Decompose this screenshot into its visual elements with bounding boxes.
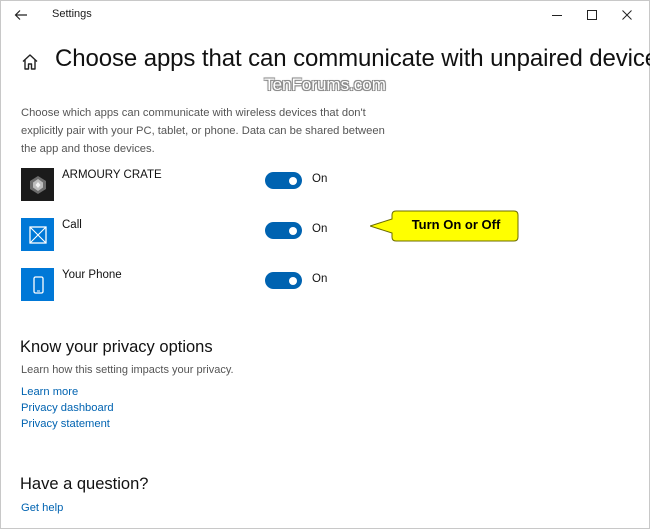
privacy-description: Learn how this setting impacts your priv… bbox=[21, 364, 234, 376]
toggle-switch[interactable] bbox=[265, 222, 302, 239]
app-row-your-phone: Your Phone On bbox=[21, 268, 361, 302]
window-title: Settings bbox=[52, 8, 92, 20]
app-name: Call bbox=[62, 219, 82, 231]
minimize-icon bbox=[552, 15, 562, 16]
app-name: ARMOURY CRATE bbox=[62, 169, 162, 181]
get-help-link[interactable]: Get help bbox=[21, 502, 63, 514]
app-row-armoury-crate: ARMOURY CRATE On bbox=[21, 168, 361, 202]
question-section-title: Have a question? bbox=[20, 475, 149, 493]
minimize-button[interactable] bbox=[544, 4, 570, 26]
toggle-switch[interactable] bbox=[265, 272, 302, 289]
title-bar: Settings bbox=[0, 0, 650, 30]
back-arrow-icon bbox=[14, 10, 27, 20]
privacy-statement-link[interactable]: Privacy statement bbox=[21, 418, 110, 430]
maximize-button[interactable] bbox=[579, 4, 605, 26]
privacy-section-title: Know your privacy options bbox=[20, 338, 213, 356]
toggle-switch[interactable] bbox=[265, 172, 302, 189]
toggle-state-label: On bbox=[312, 273, 328, 285]
toggle-state-label: On bbox=[312, 223, 328, 235]
app-row-call: Call On bbox=[21, 218, 361, 252]
back-button[interactable] bbox=[8, 3, 34, 27]
watermark: TenForums.com bbox=[264, 75, 386, 94]
close-icon bbox=[622, 10, 632, 20]
toggle-state-label: On bbox=[312, 173, 328, 185]
privacy-dashboard-link[interactable]: Privacy dashboard bbox=[21, 402, 114, 414]
callout-text: Turn On or Off bbox=[411, 217, 501, 232]
page-description: Choose which apps can communicate with w… bbox=[21, 107, 385, 155]
your-phone-icon bbox=[21, 268, 54, 301]
app-name: Your Phone bbox=[62, 269, 122, 281]
learn-more-link[interactable]: Learn more bbox=[21, 386, 78, 398]
close-button[interactable] bbox=[614, 4, 640, 26]
callout-annotation: Turn On or Off bbox=[370, 210, 520, 242]
home-icon bbox=[22, 54, 38, 70]
armoury-crate-icon bbox=[21, 168, 54, 201]
call-app-icon bbox=[21, 218, 54, 251]
home-button[interactable] bbox=[20, 52, 40, 72]
maximize-icon bbox=[587, 10, 597, 20]
page-title: Choose apps that can communicate with un… bbox=[55, 45, 650, 72]
